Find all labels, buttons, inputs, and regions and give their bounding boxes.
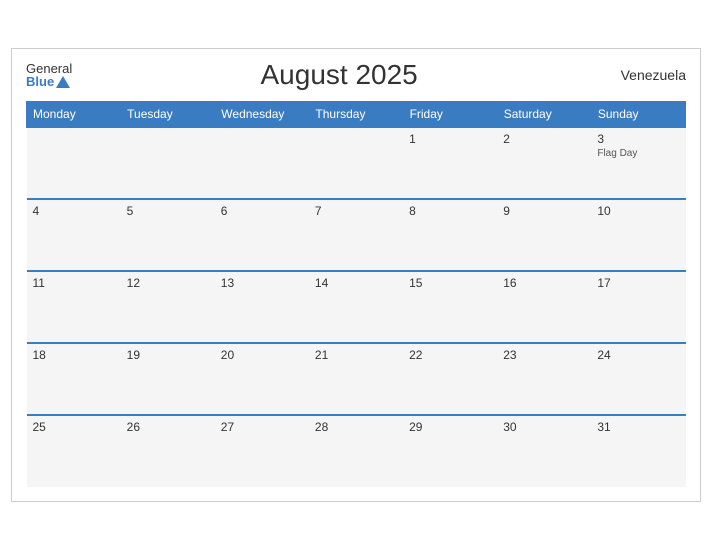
calendar-cell-w3-d5: 15 [403, 271, 497, 343]
calendar-cell-w1-d7: 3 Flag Day [591, 127, 685, 199]
day-number: 6 [221, 204, 303, 218]
day-number: 17 [597, 276, 679, 290]
day-number: 23 [503, 348, 585, 362]
calendar-cell-w2-d4: 7 [309, 199, 403, 271]
day-number: 9 [503, 204, 585, 218]
calendar-cell-w4-d3: 20 [215, 343, 309, 415]
calendar-week-3: 11 12 13 14 15 16 17 [27, 271, 686, 343]
calendar-week-1: 123 Flag Day [27, 127, 686, 199]
day-number: 8 [409, 204, 491, 218]
calendar-cell-w3-d6: 16 [497, 271, 591, 343]
calendar-cell-w4-d5: 22 [403, 343, 497, 415]
calendar-week-5: 25 26 27 28 29 30 31 [27, 415, 686, 487]
day-number: 10 [597, 204, 679, 218]
day-number: 18 [33, 348, 115, 362]
calendar-cell-w5-d3: 27 [215, 415, 309, 487]
calendar-cell-w2-d7: 10 [591, 199, 685, 271]
day-number: 7 [315, 204, 397, 218]
weekday-header-thursday: Thursday [309, 102, 403, 128]
calendar-cell-w3-d7: 17 [591, 271, 685, 343]
calendar-cell-w3-d4: 14 [309, 271, 403, 343]
calendar-header: General Blue August 2025 Venezuela [26, 59, 686, 91]
day-number: 1 [409, 132, 491, 146]
calendar-cell-w3-d1: 11 [27, 271, 121, 343]
day-number: 31 [597, 420, 679, 434]
day-number: 5 [127, 204, 209, 218]
day-number: 13 [221, 276, 303, 290]
day-number: 30 [503, 420, 585, 434]
calendar-cell-w3-d3: 13 [215, 271, 309, 343]
weekday-header-wednesday: Wednesday [215, 102, 309, 128]
day-number: 3 [597, 132, 679, 146]
calendar-cell-w2-d5: 8 [403, 199, 497, 271]
calendar-table: MondayTuesdayWednesdayThursdayFridaySatu… [26, 101, 686, 487]
day-number: 28 [315, 420, 397, 434]
day-number: 16 [503, 276, 585, 290]
logo-triangle-icon [56, 76, 70, 88]
day-number: 19 [127, 348, 209, 362]
calendar-cell-w1-d3 [215, 127, 309, 199]
day-number: 29 [409, 420, 491, 434]
weekday-header-friday: Friday [403, 102, 497, 128]
calendar-container: General Blue August 2025 Venezuela Monda… [11, 48, 701, 502]
day-number: 20 [221, 348, 303, 362]
calendar-cell-w1-d1 [27, 127, 121, 199]
day-number: 11 [33, 276, 115, 290]
calendar-cell-w4-d6: 23 [497, 343, 591, 415]
calendar-week-4: 18 19 20 21 22 23 24 [27, 343, 686, 415]
calendar-cell-w4-d2: 19 [121, 343, 215, 415]
calendar-cell-w5-d4: 28 [309, 415, 403, 487]
calendar-cell-w5-d1: 25 [27, 415, 121, 487]
calendar-country: Venezuela [606, 67, 686, 83]
weekday-header-sunday: Sunday [591, 102, 685, 128]
day-number: 22 [409, 348, 491, 362]
day-number: 27 [221, 420, 303, 434]
logo: General Blue [26, 62, 72, 88]
day-number: 12 [127, 276, 209, 290]
logo-blue-text: Blue [26, 75, 54, 88]
day-number: 4 [33, 204, 115, 218]
calendar-cell-w4-d7: 24 [591, 343, 685, 415]
calendar-cell-w3-d2: 12 [121, 271, 215, 343]
calendar-cell-w1-d4 [309, 127, 403, 199]
calendar-title: August 2025 [261, 59, 418, 91]
calendar-cell-w2-d6: 9 [497, 199, 591, 271]
day-number: 15 [409, 276, 491, 290]
calendar-cell-w4-d4: 21 [309, 343, 403, 415]
day-number: 25 [33, 420, 115, 434]
calendar-cell-w2-d3: 6 [215, 199, 309, 271]
calendar-cell-w5-d6: 30 [497, 415, 591, 487]
day-number: 24 [597, 348, 679, 362]
calendar-cell-w1-d5: 1 [403, 127, 497, 199]
calendar-cell-w2-d1: 4 [27, 199, 121, 271]
calendar-cell-w5-d2: 26 [121, 415, 215, 487]
calendar-tbody: 123Flag Day45678910111213141516171819202… [27, 127, 686, 487]
weekday-header-saturday: Saturday [497, 102, 591, 128]
weekday-header-row: MondayTuesdayWednesdayThursdayFridaySatu… [27, 102, 686, 128]
day-number: 21 [315, 348, 397, 362]
day-number: 26 [127, 420, 209, 434]
calendar-thead: MondayTuesdayWednesdayThursdayFridaySatu… [27, 102, 686, 128]
day-number: 2 [503, 132, 585, 146]
day-number: 14 [315, 276, 397, 290]
calendar-cell-w1-d2 [121, 127, 215, 199]
day-event: Flag Day [597, 148, 679, 159]
calendar-cell-w1-d6: 2 [497, 127, 591, 199]
calendar-cell-w2-d2: 5 [121, 199, 215, 271]
weekday-header-monday: Monday [27, 102, 121, 128]
calendar-week-2: 456789 10 [27, 199, 686, 271]
calendar-cell-w5-d5: 29 [403, 415, 497, 487]
calendar-cell-w5-d7: 31 [591, 415, 685, 487]
calendar-cell-w4-d1: 18 [27, 343, 121, 415]
weekday-header-tuesday: Tuesday [121, 102, 215, 128]
